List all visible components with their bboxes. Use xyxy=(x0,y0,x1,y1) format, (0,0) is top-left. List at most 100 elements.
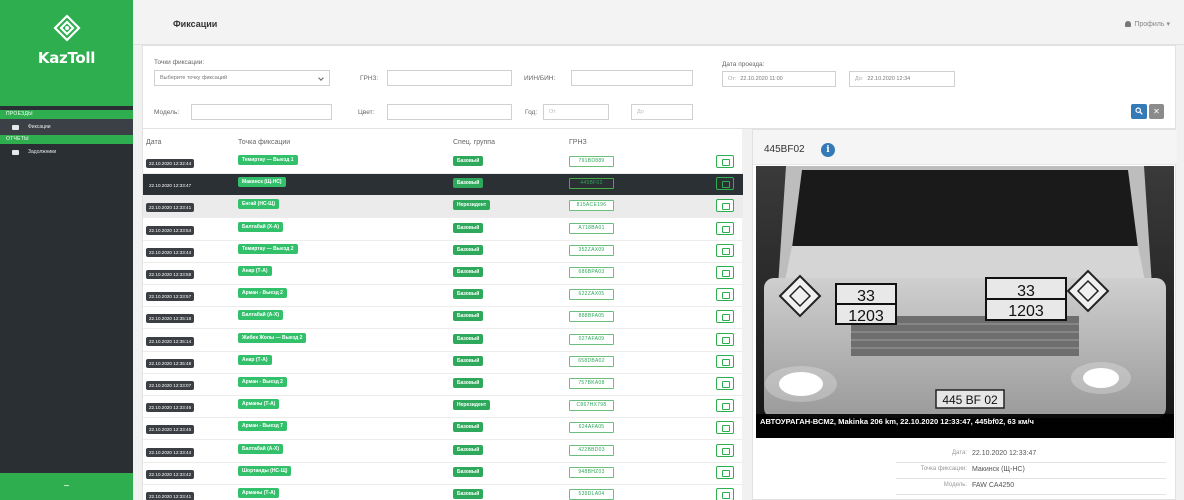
table-row[interactable]: 22.10.2020 12:33:44 Балтабай (А-Х) Базовый… xyxy=(143,441,743,463)
grnz-label: ГРНЗ: xyxy=(360,75,379,82)
detail-divider xyxy=(896,478,1166,479)
year-from-input[interactable]: От xyxy=(543,104,609,120)
camera-icon[interactable] xyxy=(716,354,734,368)
close-icon: ✕ xyxy=(1153,107,1160,116)
camera-icon[interactable] xyxy=(716,377,734,390)
camera-icon[interactable] xyxy=(716,243,734,257)
camera-icon[interactable] xyxy=(716,266,734,279)
group-badge: Базовый xyxy=(453,289,484,300)
table-row[interactable]: 22.10.2020 12:33:46 Арманы (Т-А) Нерезиден… xyxy=(143,396,743,419)
truck-icon xyxy=(12,124,19,130)
plate-badge: 539DLA04 xyxy=(569,489,614,500)
table-row[interactable]: 22.10.2020 12:33:42 Шортанды (НС-Щ) Базовы… xyxy=(143,463,743,485)
point-badge: Балтабай (А-Х) xyxy=(238,310,284,321)
camera-icon[interactable] xyxy=(716,177,734,191)
group-badge: Базовый xyxy=(453,311,484,322)
date-to-input[interactable]: До: 22.10.2020 12:34 xyxy=(849,71,955,87)
table-row[interactable]: 22.10.2020 12:32:44 Темиртау — Выезд 1 Баз… xyxy=(143,152,743,174)
point-select-value: Выберите точку фиксаций xyxy=(160,75,228,81)
sidebar-item-fixations[interactable]: Фиксации xyxy=(0,119,133,135)
iin-input[interactable] xyxy=(571,70,693,86)
camera-icon[interactable] xyxy=(716,421,734,435)
group-badge: Нерезидент xyxy=(453,400,491,411)
date-badge: 22.10.2020 12:33:41 xyxy=(146,203,195,213)
sidebar-collapse-button[interactable]: − xyxy=(0,473,133,500)
info-icon[interactable]: i xyxy=(821,143,835,157)
detail-panel: 445BF02 i 33 1203 33 1203 445 BF 02 АВТО… xyxy=(752,129,1177,500)
sidebar: KazToll ПРОЕЗДЫ Фиксации ОТЧЕТЫ Задолжни… xyxy=(0,0,133,500)
camera-icon[interactable] xyxy=(716,155,734,168)
group-badge: Базовый xyxy=(453,422,484,433)
profile-label: Профиль ▾ xyxy=(1134,21,1170,28)
camera-icon[interactable] xyxy=(716,199,734,213)
group-badge: Базовый xyxy=(453,378,484,388)
table-row[interactable]: 22.10.2020 12:33:41 Арманы (Т-А) Базовый 53… xyxy=(143,485,743,500)
table-row[interactable]: 22.10.2020 12:33:58 Анар (Т-А) Базовый 686B… xyxy=(143,263,743,285)
point-badge: Арман - Выезд 2 xyxy=(238,377,287,387)
iin-label: ИИН/БИН: xyxy=(524,75,556,82)
plate-badge: 422BBD03 xyxy=(569,444,614,456)
point-badge: Балтабай (А-Х) xyxy=(238,443,284,454)
date-badge: 22.10.2020 12:33:41 xyxy=(146,492,195,500)
plate-badge: 948BHZ03 xyxy=(569,466,614,478)
group-badge: Базовый xyxy=(453,466,484,477)
date-from-input[interactable]: От: 22.10.2020 11:00 xyxy=(722,71,836,87)
search-icon xyxy=(1135,107,1143,117)
date-badge: 22.10.2020 12:33:57 xyxy=(146,292,195,302)
hazard-code-bottom-right: 1203 xyxy=(1008,303,1044,320)
year-label: Год: xyxy=(525,109,538,116)
chevron-down-icon xyxy=(318,75,324,81)
truck-plate-text: 445 BF 02 xyxy=(942,393,998,407)
table-row[interactable]: 22.10.2020 12:33:41 Енгай (НС-Щ) Нерезиден… xyxy=(143,196,743,219)
date-badge: 22.10.2020 12:33:47 xyxy=(146,181,195,191)
header-point[interactable]: Точка фиксации xyxy=(238,139,290,146)
group-badge: Базовый xyxy=(453,444,484,455)
header-date[interactable]: Дата xyxy=(146,139,162,146)
plate-badge: 624AFA05 xyxy=(569,422,614,434)
date-badge: 22.10.2020 12:35:48 xyxy=(146,358,195,368)
point-badge: Темиртау — Выезд 1 xyxy=(238,155,298,165)
camera-icon[interactable] xyxy=(716,465,734,479)
camera-icon[interactable] xyxy=(716,488,734,500)
camera-icon[interactable] xyxy=(716,443,734,457)
vehicle-photo[interactable]: 33 1203 33 1203 445 BF 02 АВТОУРАГАН-ВСМ… xyxy=(756,166,1174,438)
table-row[interactable]: 22.10.2020 12:35:14 Жибек Жолы — Выезд 2 Б… xyxy=(143,330,743,352)
detail-field-key: Точка фиксации: xyxy=(920,466,967,472)
table-row[interactable]: 22.10.2020 12:35:48 Анар (Т-А) Базовый 658D… xyxy=(143,352,743,374)
year-to-input[interactable]: До xyxy=(631,104,693,120)
table-row[interactable]: 22.10.2020 12:33:54 Балтабай (Х-А) Базовый… xyxy=(143,219,743,241)
plate-badge: 352ZAX09 xyxy=(569,244,614,256)
camera-icon[interactable] xyxy=(716,310,734,324)
header-grnz[interactable]: ГРНЗ xyxy=(569,139,587,146)
group-badge: Нерезидент xyxy=(453,200,491,211)
brand-name: KazToll xyxy=(37,49,96,67)
hazard-code-top-left: 33 xyxy=(857,288,875,305)
color-input[interactable] xyxy=(387,104,512,120)
profile-menu[interactable]: Профиль ▾ xyxy=(1125,20,1170,28)
table-row[interactable]: 22.10.2020 12:33:44 Темиртау — Выезд 2 Баз… xyxy=(143,241,743,263)
model-input[interactable] xyxy=(191,104,332,120)
detail-field-key: Модель: xyxy=(943,482,967,488)
clear-button[interactable]: ✕ xyxy=(1149,104,1164,119)
plate-badge: 622ZAX05 xyxy=(569,289,614,301)
point-select[interactable]: Выберите точку фиксаций xyxy=(154,70,330,86)
plate-badge: 815ACE196 xyxy=(569,200,614,212)
table-row[interactable]: 22.10.2020 12:33:45 Арман - Выезд 7 Базовы… xyxy=(143,418,743,441)
detail-field-value: 22.10.2020 12:33:47 xyxy=(972,450,1037,457)
brand-block[interactable]: KazToll xyxy=(0,0,133,106)
table-row[interactable]: 22.10.2020 12:33:07 Арман - Выезд 2 Базовы… xyxy=(143,374,743,396)
group-badge: Базовый xyxy=(453,267,484,277)
header-group[interactable]: Спец. группа xyxy=(453,139,495,146)
color-label: Цвет: xyxy=(358,109,375,116)
date-from-prefix: От: xyxy=(728,76,737,82)
search-button[interactable] xyxy=(1131,104,1147,119)
sidebar-item-debtors[interactable]: Задолжники xyxy=(0,144,133,160)
camera-icon[interactable] xyxy=(716,332,734,346)
camera-icon[interactable] xyxy=(716,288,734,302)
table-row[interactable]: 22.10.2020 12:33:47 Макинск (Щ-НС) Базовый… xyxy=(143,174,743,197)
grnz-input[interactable] xyxy=(387,70,512,86)
camera-icon[interactable] xyxy=(716,221,734,235)
table-row[interactable]: 22.10.2020 12:35:18 Балтабай (А-Х) Базовый… xyxy=(143,307,743,330)
table-row[interactable]: 22.10.2020 12:33:57 Арман - Выезд 2 Базовы… xyxy=(143,285,743,308)
camera-icon[interactable] xyxy=(716,399,734,413)
